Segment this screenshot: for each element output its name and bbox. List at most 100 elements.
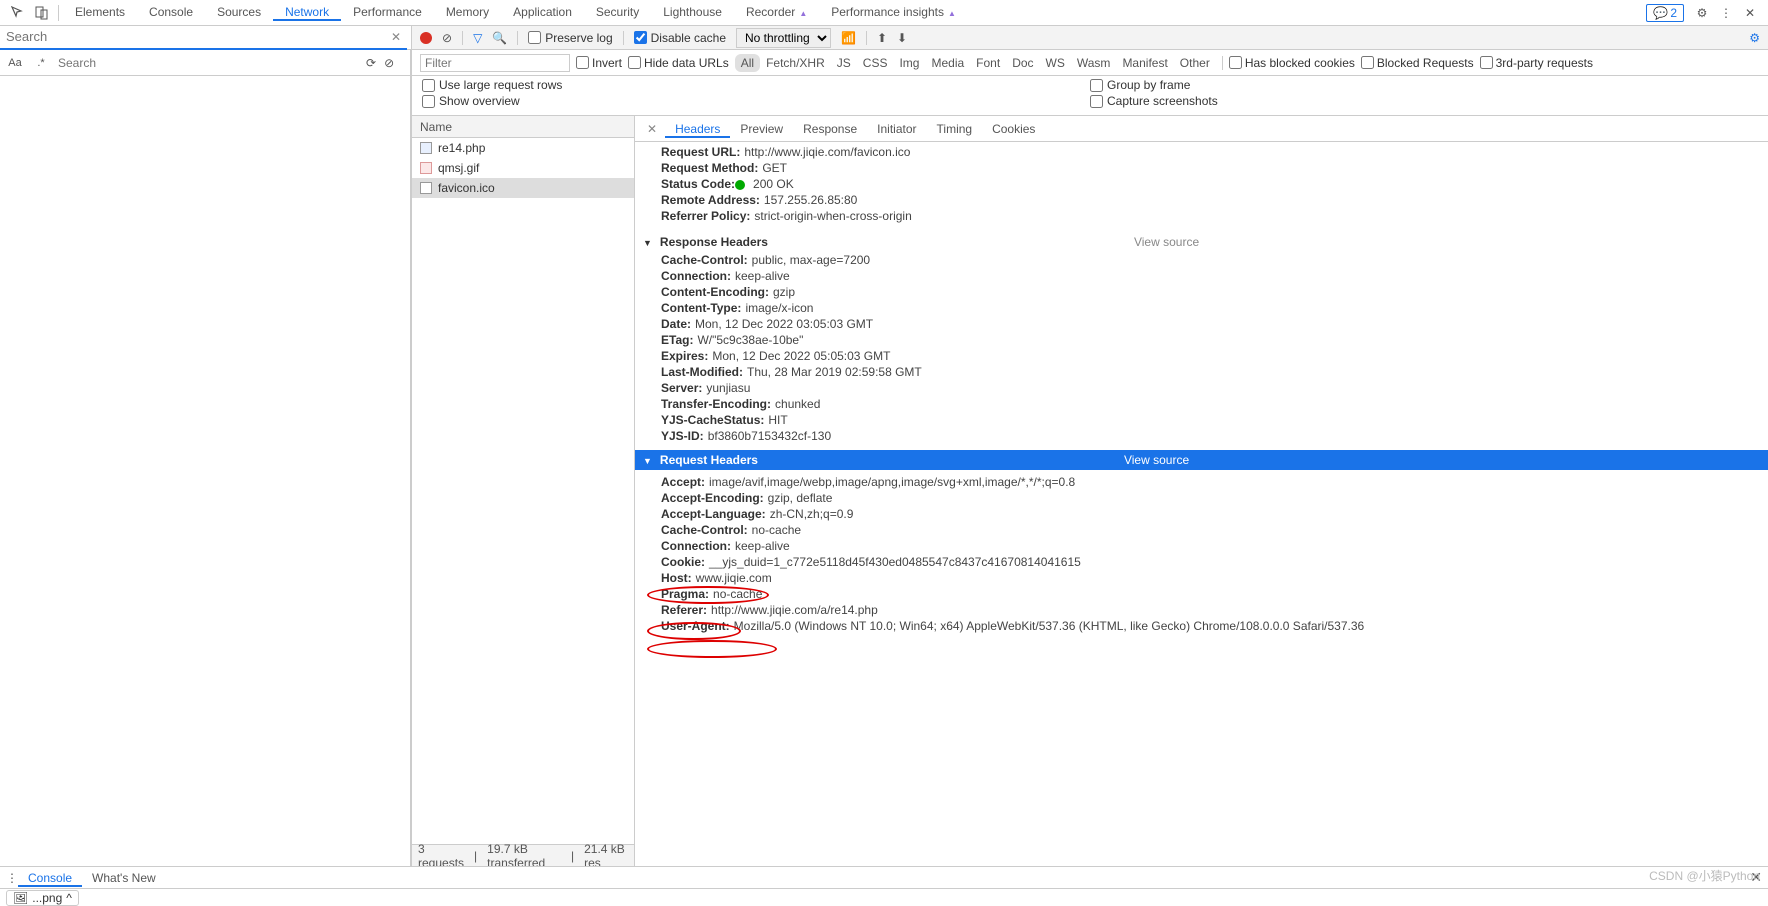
clear-icon[interactable]: ✕	[391, 30, 401, 44]
header-row: Cache-Control:no-cache	[643, 522, 1760, 538]
user-agent-highlight	[647, 640, 777, 658]
type-pill-img[interactable]: Img	[893, 54, 925, 72]
detail-tab-response[interactable]: Response	[793, 122, 867, 136]
type-pill-js[interactable]: JS	[831, 54, 857, 72]
drawer-tab-console[interactable]: Console	[18, 871, 82, 887]
header-row: Referer:http://www.jiqie.com/a/re14.php	[643, 602, 1760, 618]
type-pill-other[interactable]: Other	[1174, 54, 1216, 72]
inspect-icon[interactable]	[6, 1, 30, 25]
header-row: Server:yunjiasu	[643, 380, 1760, 396]
wifi-icon[interactable]: 📶	[841, 31, 856, 45]
group-frame-checkbox[interactable]: Group by frame	[1090, 78, 1758, 92]
type-pill-fetch-xhr[interactable]: Fetch/XHR	[760, 54, 831, 72]
net-gear-icon[interactable]: ⚙	[1749, 31, 1760, 45]
chevron-up-icon: ^	[66, 891, 72, 905]
elements-search-input[interactable]	[6, 29, 401, 44]
response-headers-toggle[interactable]: Response HeadersView source	[643, 232, 1760, 252]
type-pill-wasm[interactable]: Wasm	[1071, 54, 1117, 72]
top-tab-network[interactable]: Network	[273, 5, 341, 21]
request-headers-toggle[interactable]: Request HeadersView source	[635, 450, 1768, 470]
header-row: Request Method:GET	[643, 160, 1760, 176]
drawer-menu-icon[interactable]: ⋮	[6, 871, 18, 885]
view-source-link[interactable]: View source	[1124, 453, 1189, 467]
filter-icon[interactable]: ▽	[473, 31, 482, 45]
detail-tab-preview[interactable]: Preview	[730, 122, 793, 136]
image-icon: 🖼	[13, 891, 28, 905]
download-chip[interactable]: 🖼...png^	[6, 890, 79, 906]
kebab-icon[interactable]: ⋮	[1714, 1, 1738, 25]
gear-icon[interactable]: ⚙	[1690, 1, 1714, 25]
header-row: Last-Modified:Thu, 28 Mar 2019 02:59:58 …	[643, 364, 1760, 380]
type-pill-ws[interactable]: WS	[1040, 54, 1071, 72]
header-row: User-Agent:Mozilla/5.0 (Windows NT 10.0;…	[643, 618, 1760, 634]
detail-tab-initiator[interactable]: Initiator	[867, 122, 926, 136]
header-row: Cookie:__yjs_duid=1_c772e5118d45f430ed04…	[643, 554, 1760, 570]
top-tab-performance-insights[interactable]: Performance insights	[819, 5, 968, 19]
network-options-row: Use large request rows Show overview Gro…	[411, 76, 1768, 116]
top-tab-security[interactable]: Security	[584, 5, 651, 19]
detail-tab-headers[interactable]: Headers	[665, 122, 730, 138]
invert-checkbox[interactable]: Invert	[576, 56, 622, 70]
type-pill-media[interactable]: Media	[925, 54, 970, 72]
top-tab-sources[interactable]: Sources	[205, 5, 273, 19]
blocked-cookies-checkbox[interactable]: Has blocked cookies	[1229, 56, 1355, 70]
request-row[interactable]: re14.php	[412, 138, 634, 158]
type-pill-font[interactable]: Font	[970, 54, 1006, 72]
blocked-requests-checkbox[interactable]: Blocked Requests	[1361, 56, 1474, 70]
upload-icon[interactable]: ⬆	[877, 31, 887, 45]
show-overview-checkbox[interactable]: Show overview	[422, 94, 1090, 108]
type-pill-all[interactable]: All	[735, 54, 760, 72]
top-tab-memory[interactable]: Memory	[434, 5, 501, 19]
top-tab-console[interactable]: Console	[137, 5, 205, 19]
top-tab-performance[interactable]: Performance	[341, 5, 434, 19]
disable-cache-checkbox[interactable]: Disable cache	[634, 31, 726, 45]
filter-input[interactable]	[420, 54, 570, 72]
detail-tab-timing[interactable]: Timing	[927, 122, 983, 136]
header-row: Content-Type:image/x-icon	[643, 300, 1760, 316]
detail-tab-cookies[interactable]: Cookies	[982, 122, 1045, 136]
type-pill-manifest[interactable]: Manifest	[1116, 54, 1173, 72]
file-icon	[420, 182, 432, 194]
top-tab-recorder[interactable]: Recorder	[734, 5, 819, 19]
type-pill-doc[interactable]: Doc	[1006, 54, 1039, 72]
request-list-pane: Name re14.phpqmsj.giffavicon.ico 3 reque…	[411, 116, 635, 866]
header-row: YJS-CacheStatus:HIT	[643, 412, 1760, 428]
watermark: CSDN @小猿Python	[1649, 867, 1760, 884]
header-row: Request URL:http://www.jiqie.com/favicon…	[643, 144, 1760, 160]
device-icon[interactable]	[30, 1, 54, 25]
search-icon[interactable]: 🔍	[492, 31, 507, 45]
general-section: Request URL:http://www.jiqie.com/favicon…	[635, 142, 1768, 230]
close-icon[interactable]: ✕	[1738, 1, 1762, 25]
header-row: YJS-ID:bf3860b7153432cf-130	[643, 428, 1760, 444]
network-filter-row: Invert Hide data URLs AllFetch/XHRJSCSSI…	[411, 50, 1768, 76]
drawer-tab-what-s-new[interactable]: What's New	[82, 871, 166, 885]
request-row[interactable]: qmsj.gif	[412, 158, 634, 178]
request-list-header[interactable]: Name	[412, 116, 634, 138]
request-row[interactable]: favicon.ico	[412, 178, 634, 198]
header-row: Pragma:no-cache	[643, 586, 1760, 602]
record-icon[interactable]	[420, 32, 432, 44]
issues-badge[interactable]: 💬2	[1646, 4, 1684, 22]
type-pill-css[interactable]: CSS	[857, 54, 894, 72]
clear-icon[interactable]: ⊘	[442, 31, 452, 45]
capture-screenshots-checkbox[interactable]: Capture screenshots	[1090, 94, 1758, 108]
top-tab-elements[interactable]: Elements	[63, 5, 137, 19]
top-tab-lighthouse[interactable]: Lighthouse	[651, 5, 734, 19]
top-tab-application[interactable]: Application	[501, 5, 584, 19]
hide-data-urls-checkbox[interactable]: Hide data URLs	[628, 56, 729, 70]
drawer: ⋮ ConsoleWhat's New ✕	[0, 866, 1768, 888]
close-detail-icon[interactable]: ✕	[641, 122, 663, 136]
preserve-log-checkbox[interactable]: Preserve log	[528, 31, 612, 45]
view-source-link[interactable]: View source	[1134, 235, 1199, 249]
header-row: Accept-Encoding:gzip, deflate	[643, 490, 1760, 506]
download-icon[interactable]: ⬇	[897, 31, 907, 45]
devtools-top-tabs: ElementsConsoleSourcesNetworkPerformance…	[0, 0, 1768, 26]
header-row: Host:www.jiqie.com	[643, 570, 1760, 586]
header-row: Referrer Policy:strict-origin-when-cross…	[643, 208, 1760, 224]
header-row: Date:Mon, 12 Dec 2022 03:05:03 GMT	[643, 316, 1760, 332]
file-icon	[420, 142, 432, 154]
third-party-checkbox[interactable]: 3rd-party requests	[1480, 56, 1593, 70]
detail-tabs: ✕ HeadersPreviewResponseInitiatorTimingC…	[635, 116, 1768, 142]
throttling-select[interactable]: No throttling	[736, 28, 831, 48]
large-rows-checkbox[interactable]: Use large request rows	[422, 78, 1090, 92]
